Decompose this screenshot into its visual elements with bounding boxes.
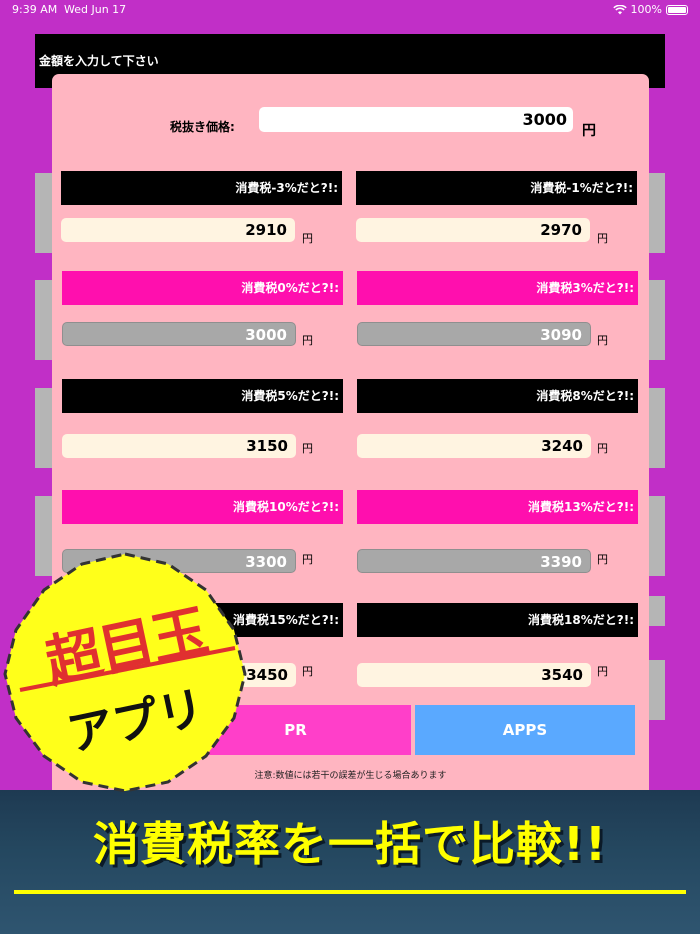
rate-value-0: 3000 [62,322,296,346]
banner-text: 消費税率を一括で比較!! [93,817,607,871]
rate-value-5: 3150 [62,434,296,458]
banner-underline [14,890,686,894]
promo-badge: 超目玉 アプリ [0,550,250,795]
background-block [647,280,665,360]
status-right: 100% [612,3,688,16]
rate-header-10: 消費税10%だと?!: [62,490,343,524]
background-block [647,596,665,626]
price-label: 税抜き価格: [170,120,235,134]
rate-unit: 円 [597,232,608,245]
rate-unit: 円 [597,553,608,566]
rate-header-minus1: 消費税-1%だと?!: [356,171,637,205]
rate-value-8: 3240 [357,434,591,458]
background-block [35,388,53,468]
price-unit: 円 [582,123,596,139]
background-block [35,173,53,253]
rate-header-5: 消費税5%だと?!: [62,379,343,413]
rate-header-3: 消費税3%だと?!: [357,271,638,305]
rate-header-8: 消費税8%だと?!: [357,379,638,413]
rate-unit: 円 [597,334,608,347]
status-date: Wed Jun 17 [64,3,127,16]
price-input[interactable]: 3000 [259,107,573,132]
rate-unit: 円 [302,442,313,455]
promo-banner: 消費税率を一括で比較!! [0,790,700,934]
wifi-icon [612,4,627,14]
rate-value-3: 3090 [357,322,591,346]
rate-value-18: 3540 [357,663,591,687]
rate-unit: 円 [597,442,608,455]
rate-unit: 円 [302,334,313,347]
rate-value-minus3: 2910 [61,218,295,242]
background-block [647,660,665,720]
apps-button[interactable]: APPS [415,705,635,755]
background-block [647,388,665,468]
battery-icon [666,4,688,15]
rate-header-18: 消費税18%だと?!: [357,603,638,637]
background-block [647,173,665,253]
battery-percent: 100% [630,3,662,16]
background-block [647,496,665,576]
rate-unit: 円 [302,553,313,566]
rate-value-13: 3390 [357,549,591,573]
rate-unit: 円 [302,232,313,245]
rate-value-minus1: 2970 [356,218,590,242]
rate-header-13: 消費税13%だと?!: [357,490,638,524]
rate-unit: 円 [302,665,313,678]
rate-header-minus3: 消費税-3%だと?!: [61,171,342,205]
rate-unit: 円 [597,665,608,678]
status-bar: 9:39 AM Wed Jun 17 100% [0,0,700,20]
instruction-text: 金額を入力して下さい [39,54,159,68]
background-block [35,280,53,360]
status-time: 9:39 AM [12,3,58,16]
rate-header-0: 消費税0%だと?!: [62,271,343,305]
